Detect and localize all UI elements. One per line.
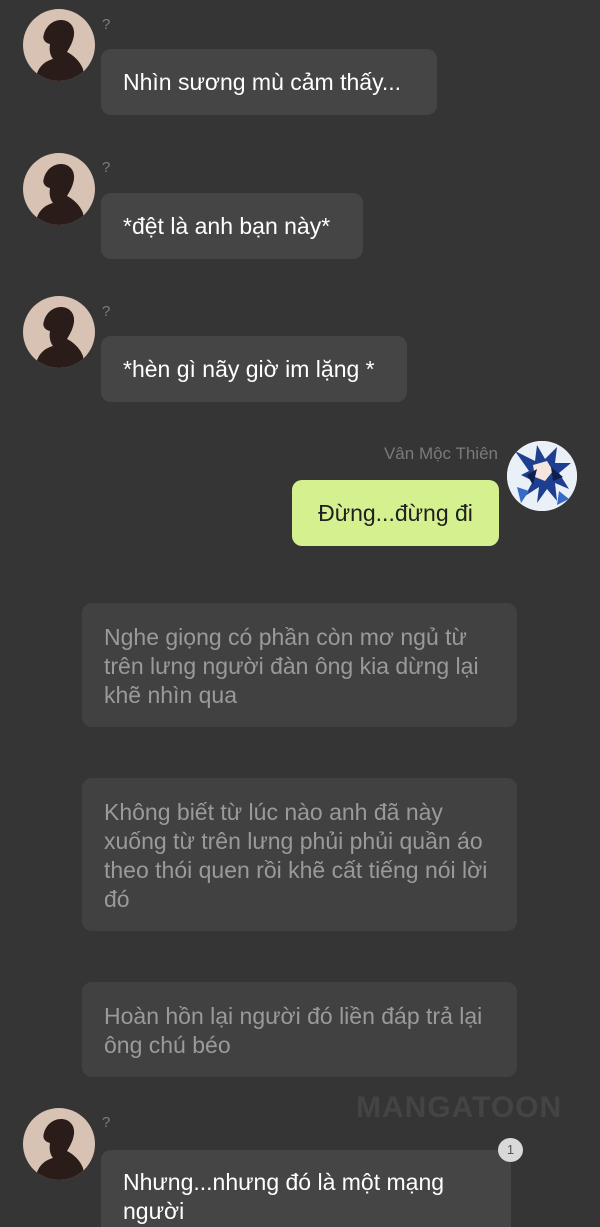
sender-name: ?: [102, 303, 111, 320]
anime-avatar-icon: [507, 441, 577, 511]
unread-count-badge[interactable]: 1: [498, 1138, 523, 1162]
watermark-logo: MANGATOON: [356, 1091, 563, 1124]
message-bubble[interactable]: *hèn gì nãy giờ im lặng *: [101, 336, 407, 402]
silhouette-icon: [35, 307, 85, 368]
narration-box: Nghe giọng có phần còn mơ ngủ từ trên lư…: [82, 603, 517, 727]
avatar-anime[interactable]: [507, 441, 577, 511]
chat-screen: ? Nhìn sương mù cảm thấy... ? *đệt là an…: [0, 0, 600, 1227]
sender-name: ?: [102, 1114, 111, 1131]
avatar-silhouette[interactable]: [23, 9, 95, 81]
silhouette-icon: [35, 1119, 85, 1180]
silhouette-icon: [35, 20, 85, 81]
narration-box: Hoàn hồn lại người đó liền đáp trả lại ô…: [82, 982, 517, 1077]
avatar-silhouette[interactable]: [23, 1108, 95, 1180]
silhouette-icon: [35, 164, 85, 225]
avatar-silhouette[interactable]: [23, 153, 95, 225]
message-bubble[interactable]: Nhìn sương mù cảm thấy...: [101, 49, 437, 115]
narration-box: Không biết từ lúc nào anh đã này xuống t…: [82, 778, 517, 931]
sender-name: ?: [102, 159, 111, 176]
message-bubble-self[interactable]: Đừng...đừng đi: [292, 480, 499, 546]
sender-name: ?: [102, 16, 111, 33]
sender-name-right: Vân Mộc Thiên: [383, 444, 498, 463]
avatar-silhouette[interactable]: [23, 296, 95, 368]
message-bubble[interactable]: Nhưng...nhưng đó là một mạng người: [101, 1150, 511, 1227]
message-bubble[interactable]: *đệt là anh bạn này*: [101, 193, 363, 259]
